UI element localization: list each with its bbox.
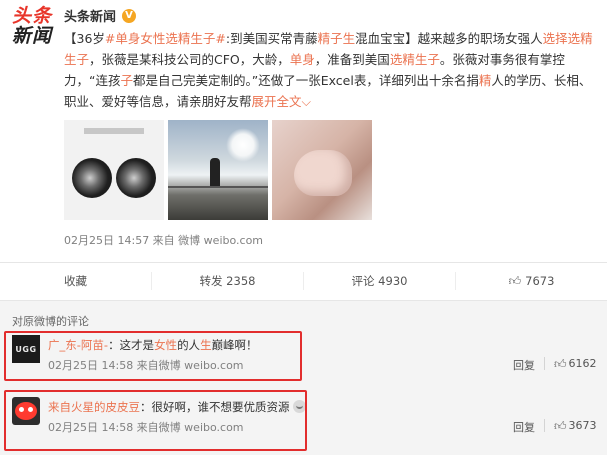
comment-like-button[interactable]: 👍︎ 6162 bbox=[554, 357, 597, 372]
author-header: 头条新闻 V bbox=[64, 6, 137, 25]
headline-text: :到美国买常青藤 bbox=[225, 31, 318, 46]
highlight-text: 子 bbox=[120, 73, 133, 88]
body-text: ，张薇是某科技公司的CFO，大龄， bbox=[89, 52, 290, 67]
post-timestamp: 02月25日 14:57 来自 微博 weibo.com bbox=[64, 234, 264, 247]
post-image-seaside[interactable] bbox=[168, 120, 268, 220]
annotation-highlight-box bbox=[4, 331, 302, 381]
repost-label: 转发 2358 bbox=[199, 274, 256, 288]
post-body: 【36岁#单身女性选精生子#:到美国买常青藤精子生混血宝宝】越来越多的职场女强人… bbox=[64, 28, 596, 112]
reply-button[interactable]: 回复 bbox=[513, 419, 535, 435]
thumbs-up-icon: 👍︎ bbox=[508, 273, 522, 288]
highlight-text: 单身 bbox=[289, 52, 315, 67]
sun-glow-shape bbox=[226, 128, 260, 162]
collect-button[interactable]: 收藏 bbox=[0, 272, 152, 290]
highlight-text: 精子生 bbox=[317, 31, 356, 46]
ultrasound-scan-shape bbox=[116, 158, 156, 198]
thumbs-up-icon: 👍︎ bbox=[554, 357, 567, 371]
post-image-ultrasound[interactable] bbox=[64, 120, 164, 220]
post-image-baby-hand[interactable] bbox=[272, 120, 372, 220]
repost-button[interactable]: 转发 2358 bbox=[152, 272, 304, 290]
body-text: 都是自己完美定制的。”还做了一张Excel表，详细列出十余名捐 bbox=[133, 73, 479, 88]
baby-hand-shape bbox=[294, 150, 352, 196]
logo-line2: 新闻 bbox=[12, 25, 53, 47]
collect-label: 收藏 bbox=[64, 274, 87, 288]
bracket: 【 bbox=[64, 31, 77, 46]
highlight-text: 选精生子 bbox=[389, 52, 440, 67]
thumbs-up-icon: 👍︎ bbox=[554, 419, 567, 433]
comment-button[interactable]: 评论 4930 bbox=[304, 272, 456, 290]
comment-like-button[interactable]: 👍︎ 3673 bbox=[554, 419, 597, 434]
headline-text: 混血宝宝 bbox=[355, 31, 406, 46]
expand-full-text-link[interactable]: 展开全文⌵ bbox=[252, 94, 312, 109]
comment-label: 评论 4930 bbox=[351, 274, 408, 288]
chevron-down-icon: ⌵ bbox=[301, 94, 312, 109]
post-action-bar: 收藏 转发 2358 评论 4930 👍︎ 7673 bbox=[0, 263, 607, 299]
verified-badge-icon: V bbox=[122, 8, 137, 23]
ultrasound-scan-shape bbox=[72, 158, 112, 198]
reply-button[interactable]: 回复 bbox=[513, 357, 535, 373]
railing-shape bbox=[168, 186, 268, 188]
body-text: 越来越多的职场女强人 bbox=[417, 31, 543, 46]
comments-header: 对原微博的评论 bbox=[12, 315, 89, 328]
post-age: 36岁 bbox=[76, 31, 105, 46]
annotation-highlight-box bbox=[4, 390, 307, 451]
document-header-shape bbox=[84, 128, 144, 134]
person-silhouette-shape bbox=[210, 158, 220, 188]
logo-line1: 头条 bbox=[12, 5, 53, 27]
like-button[interactable]: 👍︎ 7673 bbox=[456, 272, 607, 290]
author-name[interactable]: 头条新闻 bbox=[64, 6, 116, 25]
comment-like-count: 6162 bbox=[568, 357, 597, 370]
bracket: 】 bbox=[405, 31, 418, 46]
body-text: ，准备到美国 bbox=[314, 52, 390, 67]
comment-like-count: 3673 bbox=[568, 419, 597, 432]
expand-label: 展开全文 bbox=[251, 94, 302, 109]
toutiao-news-logo: 头条 新闻 bbox=[12, 6, 56, 50]
hashtag-link[interactable]: #单身女性选精生子# bbox=[105, 31, 226, 46]
divider bbox=[544, 419, 545, 432]
like-count: 7673 bbox=[525, 274, 555, 288]
highlight-text: 精 bbox=[478, 73, 492, 88]
divider bbox=[544, 357, 545, 370]
